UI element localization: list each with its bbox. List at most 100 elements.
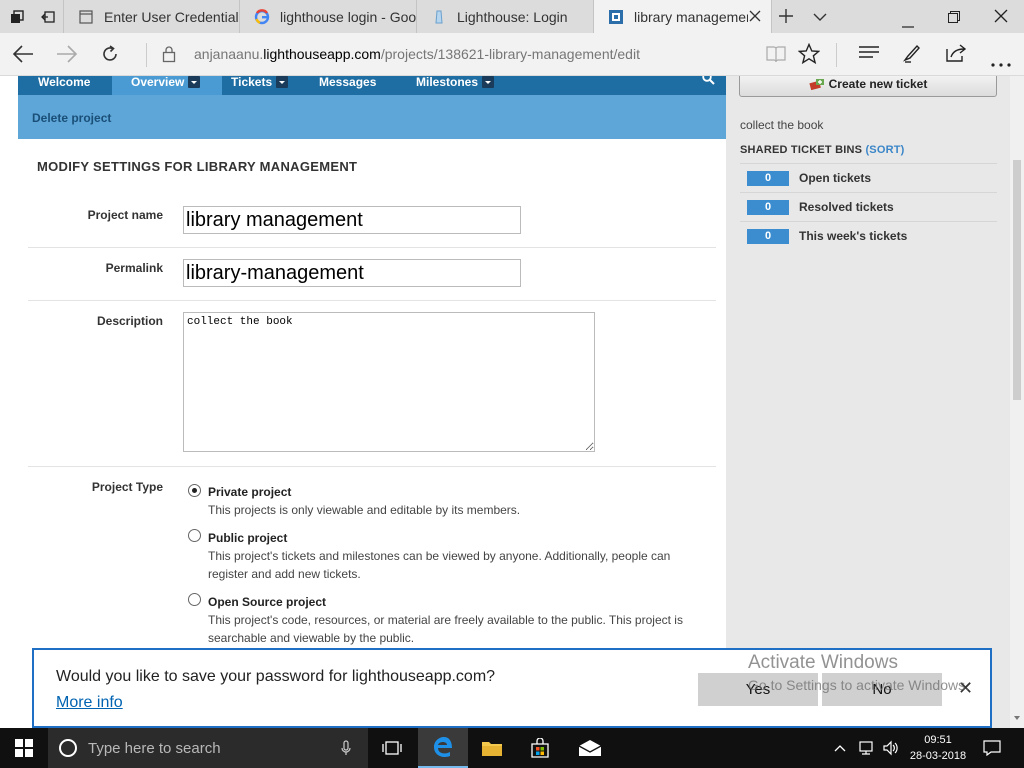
project-name-label: Project name [87,208,163,222]
url-domain: lighthouseapp.com [263,46,381,62]
hub-icon[interactable] [858,46,880,67]
private-project-radio[interactable] [188,484,201,497]
scroll-down-arrow-icon[interactable] [1014,716,1020,720]
bins-heading: SHARED TICKET BINS (SORT) [740,144,905,156]
tab-lighthouse-login[interactable]: Lighthouse: Login [417,0,594,33]
open-source-project-radio[interactable] [188,593,201,606]
url-path: /projects/138621-library-management/edit [380,46,640,62]
activation-watermark-subtitle: Go to Settings to activate Windows. [748,677,969,693]
close-window-icon[interactable] [994,9,1008,28]
public-project-desc: This project's tickets and milestones ca… [208,549,671,581]
action-center-icon[interactable] [970,728,1014,768]
tab-library-management[interactable]: library managemen [594,0,772,33]
ticket-bin-this-week[interactable]: 0 This week's tickets [740,222,997,251]
mail-icon[interactable] [566,728,614,768]
task-view-icon[interactable] [368,728,416,768]
minimize-icon[interactable] [902,15,914,33]
new-tab-icon[interactable] [778,8,794,29]
activation-watermark-title: Activate Windows [748,652,898,673]
tab-google-search[interactable]: lighthouse login - Goog [240,0,417,33]
address-toolbar: anjanaanu.lighthouseapp.com/projects/138… [0,33,1024,76]
description-textarea[interactable]: collect the book [183,312,595,452]
divider [28,466,716,467]
nav-tickets[interactable]: Tickets [222,76,306,95]
tab-label: Lighthouse: Login [457,8,568,25]
windows-start-icon[interactable] [0,728,48,768]
toolbar-separator [836,43,837,67]
bin-count-badge: 0 [747,200,789,215]
chevron-down-icon[interactable] [482,76,495,88]
forward-icon[interactable] [56,44,78,69]
store-icon[interactable] [516,728,564,768]
nav-overview[interactable]: Overview [112,76,222,95]
more-options-icon[interactable] [991,54,1011,72]
web-note-icon[interactable] [902,43,922,68]
network-icon[interactable] [854,728,880,768]
chevron-down-icon[interactable] [276,76,289,88]
project-nav: Welcome Overview Tickets Messages Milest… [18,76,726,95]
show-hidden-icons-chevron-icon[interactable] [826,728,854,768]
save-password-question: Would you like to save your password for… [56,668,496,685]
ticket-icon [809,77,825,91]
nav-welcome[interactable]: Welcome [18,76,110,95]
close-tab-icon[interactable] [748,9,762,26]
public-project-radio[interactable] [188,529,201,542]
chevron-down-icon[interactable] [188,76,201,88]
page-scrollbar[interactable] [1010,76,1024,728]
project-type-label: Project Type [91,480,163,494]
url-field[interactable]: anjanaanu.lighthouseapp.com/projects/138… [194,46,640,62]
create-ticket-button[interactable]: Create new ticket [739,76,997,97]
tab-label: library managemen [634,8,748,25]
file-explorer-icon[interactable] [468,728,516,768]
private-project-title: Private project [208,485,292,499]
favorite-star-icon[interactable] [797,42,821,70]
taskbar-clock[interactable]: 09:51 28-03-2018 [906,732,970,764]
volume-icon[interactable] [878,728,904,768]
public-project-title: Public project [208,531,288,545]
bins-heading-text: SHARED TICKET BINS [740,144,863,156]
reading-view-icon[interactable] [766,45,786,68]
microphone-icon[interactable] [341,740,351,761]
url-subdomain: anjanaanu. [194,46,264,62]
search-icon[interactable] [702,76,715,90]
cortana-icon [58,738,78,763]
taskbar-search-box[interactable]: Type here to search [48,728,368,768]
lock-icon[interactable] [162,45,176,68]
clock-time: 09:51 [924,734,952,746]
page-icon [78,9,94,25]
back-icon[interactable] [12,44,34,69]
tab-actions-icon[interactable] [0,0,33,33]
page-title: MODIFY SETTINGS FOR LIBRARY MANAGEMENT [37,159,358,174]
edge-browser-icon[interactable] [418,728,468,768]
ticket-bin-resolved[interactable]: 0 Resolved tickets [740,193,997,222]
more-info-link[interactable]: More info [56,694,123,712]
ticket-bin-open[interactable]: 0 Open tickets [740,164,997,193]
nav-label: Messages [319,76,377,89]
project-subnav: Delete project [18,95,726,139]
tab-preview-chevron-icon[interactable] [812,10,828,28]
scrollbar-thumb[interactable] [1013,160,1021,400]
nav-label: Welcome [38,76,91,89]
open-source-project-title: Open Source project [208,595,327,609]
divider [28,247,716,248]
permalink-input[interactable] [183,259,521,287]
sort-bins-link[interactable]: (SORT) [865,144,904,156]
project-name-input[interactable] [183,206,521,234]
taskbar-search-placeholder: Type here to search [88,740,221,757]
bin-label: This week's tickets [799,229,908,243]
delete-project-link[interactable]: Delete project [32,111,111,125]
tab-enter-credentials[interactable]: Enter User Credentials [63,0,240,33]
description-label: Description [96,314,163,328]
permalink-label: Permalink [105,261,163,275]
share-icon[interactable] [946,43,968,68]
nav-messages[interactable]: Messages [306,76,402,95]
google-icon [254,8,270,25]
restore-icon[interactable] [948,10,960,28]
open-source-project-desc: This project's code, resources, or mater… [208,613,683,645]
web-page: Welcome Overview Tickets Messages Milest… [0,76,1024,728]
nav-milestones[interactable]: Milestones [402,76,522,95]
set-aside-tabs-icon[interactable] [33,0,63,33]
bin-label: Open tickets [799,171,872,185]
sidebar-description: collect the book [740,118,824,132]
refresh-icon[interactable] [100,44,120,69]
